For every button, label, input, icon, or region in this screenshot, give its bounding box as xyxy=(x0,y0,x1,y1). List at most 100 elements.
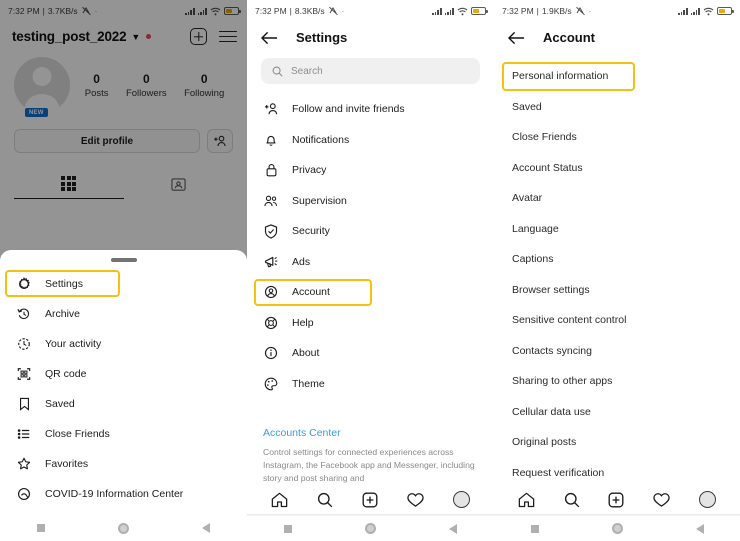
panel-account: 7:32 PM | 1.9KB/s · Account Personal inf… xyxy=(494,0,740,541)
add-person-icon xyxy=(263,101,279,117)
system-nav-bar xyxy=(494,515,740,541)
recents-square-icon[interactable] xyxy=(36,524,45,532)
back-arrow-icon[interactable] xyxy=(508,31,525,45)
back-triangle-icon[interactable] xyxy=(695,523,704,534)
status-bar-right xyxy=(678,7,734,16)
settings-item-account[interactable]: Account xyxy=(247,277,494,308)
home-icon[interactable] xyxy=(271,492,288,508)
account-item-avatar[interactable]: Avatar xyxy=(494,183,740,214)
account-item-sensitive-content-control[interactable]: Sensitive content control xyxy=(494,305,740,336)
back-triangle-icon[interactable] xyxy=(202,523,211,533)
signal-bars-2-icon xyxy=(444,7,454,15)
people-icon xyxy=(263,193,279,209)
home-circle-icon[interactable] xyxy=(611,523,623,534)
account-item-sharing-to-other-apps[interactable]: Sharing to other apps xyxy=(494,366,740,397)
sheet-item-label: QR code xyxy=(45,367,87,380)
account-item-request-verification[interactable]: Request verification xyxy=(494,458,740,489)
settings-item-about[interactable]: About xyxy=(247,338,494,369)
signal-bars-1-icon xyxy=(678,7,688,15)
accounts-center-link[interactable]: Accounts Center xyxy=(263,427,478,439)
sheet-drag-handle[interactable] xyxy=(110,258,137,262)
sheet-item-label: Your activity xyxy=(45,337,102,350)
accounts-center-section: Accounts Center Control settings for con… xyxy=(247,421,494,485)
accounts-center-description: Control settings for connected experienc… xyxy=(263,447,475,484)
home-circle-icon[interactable] xyxy=(364,523,376,534)
recents-square-icon[interactable] xyxy=(283,524,292,533)
settings-item-help[interactable]: Help xyxy=(247,308,494,339)
sheet-item-favorites[interactable]: Favorites xyxy=(0,449,247,479)
account-item-cellular-data-use[interactable]: Cellular data use xyxy=(494,397,740,428)
back-arrow-icon[interactable] xyxy=(261,31,278,45)
profile-bottom-sheet: Settings Archive Your activity QR code S… xyxy=(0,250,247,541)
sheet-item-settings[interactable]: Settings xyxy=(0,269,247,299)
status-separator: | xyxy=(289,6,292,16)
signal-bars-1-icon xyxy=(432,7,442,15)
account-item-label: Captions xyxy=(512,253,554,266)
panel-settings: 7:32 PM | 8.3KB/s · Settings Search Foll… xyxy=(247,0,494,541)
account-item-account-status[interactable]: Account Status xyxy=(494,153,740,184)
account-item-label: Saved xyxy=(512,100,542,113)
settings-item-security[interactable]: Security xyxy=(247,216,494,247)
profile-avatar-icon[interactable] xyxy=(698,491,716,508)
archive-clock-icon xyxy=(16,306,32,322)
recents-square-icon[interactable] xyxy=(530,524,539,533)
account-header: Account xyxy=(494,22,740,55)
home-circle-icon[interactable] xyxy=(117,522,129,534)
status-time: 7:32 PM xyxy=(502,6,534,16)
account-item-original-posts[interactable]: Original posts xyxy=(494,427,740,458)
heart-icon[interactable] xyxy=(407,492,424,508)
app-bottom-nav xyxy=(247,485,494,515)
settings-item-theme[interactable]: Theme xyxy=(247,369,494,400)
account-item-saved[interactable]: Saved xyxy=(494,92,740,123)
help-lifebuoy-icon xyxy=(263,315,279,331)
sheet-item-close-friends[interactable]: Close Friends xyxy=(0,419,247,449)
search-input[interactable]: Search xyxy=(261,58,480,84)
qr-code-icon xyxy=(16,366,32,382)
settings-item-notifications[interactable]: Notifications xyxy=(247,125,494,156)
account-circle-icon xyxy=(263,284,279,300)
sheet-item-qr-code[interactable]: QR code xyxy=(0,359,247,389)
account-item-contacts-syncing[interactable]: Contacts syncing xyxy=(494,336,740,367)
account-item-personal-information[interactable]: Personal information xyxy=(494,61,740,92)
data-saver-icon xyxy=(575,6,585,16)
status-network-speed: 8.3KB/s xyxy=(294,6,325,16)
account-item-label: Sensitive content control xyxy=(512,314,627,327)
account-item-label: Sharing to other apps xyxy=(512,375,613,388)
settings-item-label: Help xyxy=(292,316,314,329)
settings-item-label: Account xyxy=(292,286,330,299)
profile-avatar-icon[interactable] xyxy=(452,491,470,508)
star-icon xyxy=(16,456,32,472)
settings-header: Settings xyxy=(247,22,494,55)
settings-item-follow-invite[interactable]: Follow and invite friends xyxy=(247,94,494,125)
heart-icon[interactable] xyxy=(653,492,670,508)
activity-clock-icon xyxy=(16,336,32,352)
wifi-icon xyxy=(457,7,468,15)
search-icon[interactable] xyxy=(317,492,333,508)
bookmark-icon xyxy=(16,396,32,412)
plus-square-icon[interactable] xyxy=(362,492,378,508)
sheet-item-your-activity[interactable]: Your activity xyxy=(0,329,247,359)
settings-item-label: Security xyxy=(292,225,330,238)
settings-item-privacy[interactable]: Privacy xyxy=(247,155,494,186)
account-item-close-friends[interactable]: Close Friends xyxy=(494,122,740,153)
settings-item-ads[interactable]: Ads xyxy=(247,247,494,278)
settings-list: Follow and invite friends Notifications xyxy=(247,94,494,399)
account-item-captions[interactable]: Captions xyxy=(494,244,740,275)
settings-item-supervision[interactable]: Supervision xyxy=(247,186,494,217)
sheet-item-covid-info[interactable]: COVID-19 Information Center xyxy=(0,479,247,509)
account-item-language[interactable]: Language xyxy=(494,214,740,245)
account-item-browser-settings[interactable]: Browser settings xyxy=(494,275,740,306)
status-bar: 7:32 PM | 1.9KB/s · xyxy=(494,0,740,22)
sheet-item-saved[interactable]: Saved xyxy=(0,389,247,419)
battery-icon xyxy=(471,7,488,15)
palette-icon xyxy=(263,376,279,392)
home-icon[interactable] xyxy=(518,492,535,508)
sheet-item-label: Favorites xyxy=(45,457,89,470)
sheet-item-archive[interactable]: Archive xyxy=(0,299,247,329)
plus-square-icon[interactable] xyxy=(608,492,624,508)
status-bar-left: 7:32 PM | 1.9KB/s · xyxy=(502,6,591,16)
back-triangle-icon[interactable] xyxy=(449,523,458,534)
search-icon[interactable] xyxy=(564,492,580,508)
bell-icon xyxy=(263,132,279,148)
app-bottom-nav xyxy=(494,485,740,515)
